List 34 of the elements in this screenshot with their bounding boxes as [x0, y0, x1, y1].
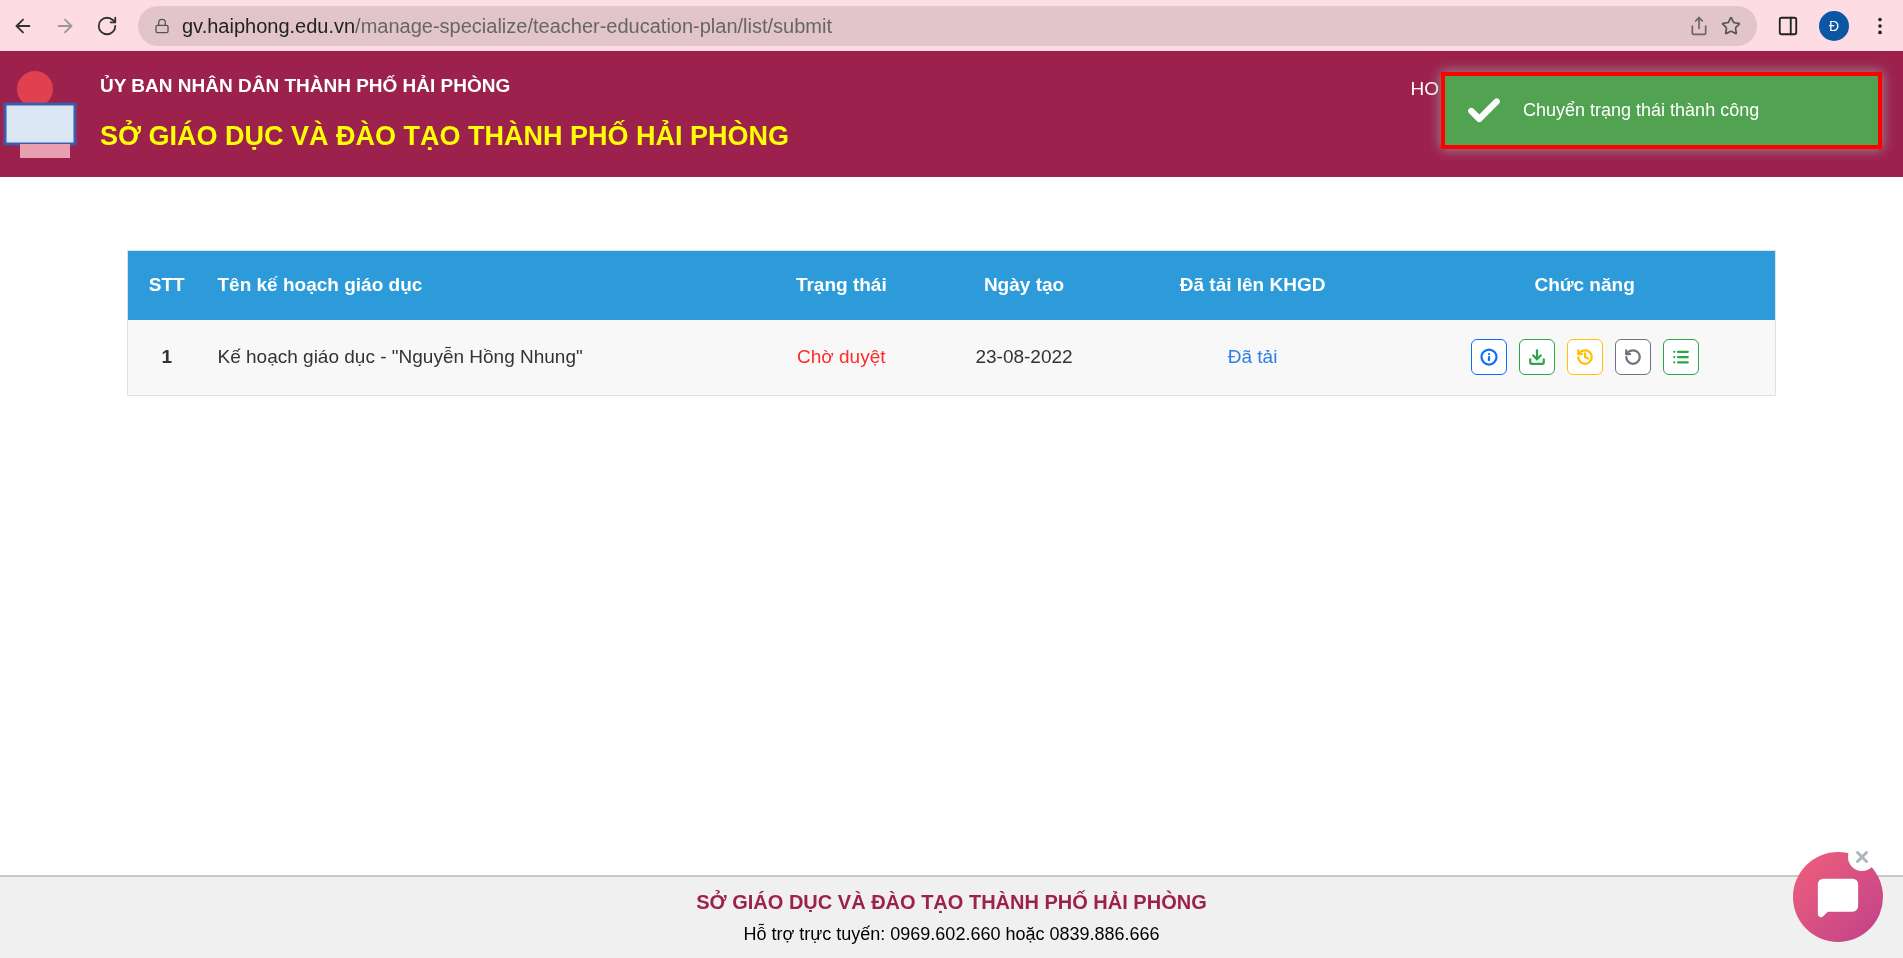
profile-avatar[interactable]: Đ: [1819, 10, 1849, 41]
column-header: Tên kế hoạch giáo dục: [205, 250, 746, 320]
list-button[interactable]: [1662, 339, 1699, 376]
download-button[interactable]: [1518, 339, 1555, 376]
address-bar[interactable]: gv.haiphong.edu.vn/manage-specialize/teacher-education-plan/list/submit: [138, 5, 1757, 46]
column-header: Ngày tạo: [937, 250, 1111, 320]
status-cell: Chờ duyệt: [745, 319, 938, 396]
table-cell: 23-08-2022: [937, 319, 1111, 396]
lock-icon: [154, 17, 170, 34]
info-icon: [1479, 348, 1498, 367]
history-icon: [1575, 348, 1594, 367]
toast-message: Chuyển trạng thái thành công: [1523, 99, 1760, 122]
share-icon[interactable]: [1689, 15, 1709, 36]
url-text: gv.haiphong.edu.vn/manage-specialize/teacher-education-plan/list/submit: [182, 13, 834, 39]
header-title: SỞ GIÁO DỤC VÀ ĐÀO TẠO THÀNH PHỐ HẢI PHÒNG: [100, 119, 790, 153]
column-header: Trạng thái: [745, 250, 938, 320]
header-subtitle: ỦY BAN NHÂN DÂN THÀNH PHỐ HẢI PHÒNG: [100, 73, 512, 98]
star-icon[interactable]: [1721, 15, 1741, 36]
reload-icon[interactable]: [96, 14, 118, 37]
side-panel-icon[interactable]: [1777, 14, 1799, 37]
close-icon: [1853, 848, 1871, 866]
table-cell: Kế hoạch giáo dục - "Nguyễn Hồng Nhung": [205, 319, 746, 396]
column-header: Đã tải lên KHGD: [1111, 250, 1395, 320]
footer-title: SỞ GIÁO DỤC VÀ ĐÀO TẠO THÀNH PHỐ HẢI PHÒNG: [696, 889, 1207, 915]
column-header: Chức năng: [1394, 250, 1776, 320]
table-cell: 1: [127, 319, 206, 396]
info-button[interactable]: [1470, 339, 1507, 376]
column-header: STT: [127, 250, 206, 320]
footer-support-text: Hỗ trợ trực tuyến: 0969.602.660 hoặc 0839.886.666: [743, 922, 1160, 946]
uploaded-link[interactable]: Đã tải: [1111, 319, 1395, 396]
download-icon: [1527, 348, 1546, 367]
undo-button[interactable]: [1614, 339, 1651, 376]
nav-link[interactable]: HO: [1410, 74, 1439, 104]
undo-icon: [1623, 348, 1642, 367]
